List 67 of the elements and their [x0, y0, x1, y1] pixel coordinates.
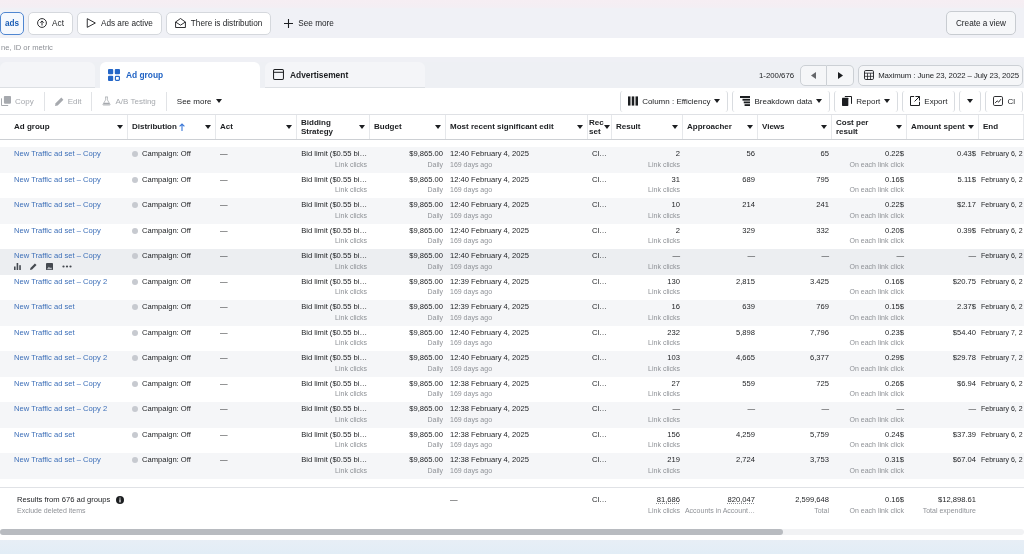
status-dot-icon	[132, 253, 138, 260]
column-header[interactable]: Rec set	[588, 115, 612, 139]
column-header[interactable]: Result	[612, 115, 683, 139]
status-dot-icon	[132, 227, 138, 234]
stacked-bars-icon	[740, 96, 751, 106]
status-dot-icon	[132, 151, 138, 158]
pencil-icon	[54, 96, 64, 106]
column-header[interactable]: Most recent significant edit	[446, 115, 588, 139]
status-dot-icon	[132, 431, 138, 438]
filter-chip[interactable]: Ads are active	[76, 11, 162, 35]
export-icon	[910, 96, 921, 106]
info-icon	[116, 496, 125, 505]
status-dot-icon	[132, 380, 138, 387]
status-dot-icon	[132, 457, 138, 464]
caret-right-icon	[837, 71, 843, 79]
status-dot-icon	[132, 202, 138, 209]
status-dot-icon	[132, 406, 138, 413]
column-header[interactable]: Approacher	[683, 115, 758, 139]
column-header[interactable]: Ad group	[10, 115, 128, 139]
column-header[interactable]: Distribution	[128, 115, 216, 139]
filter-chip[interactable]: ads	[0, 11, 25, 35]
copy-icon	[1, 96, 11, 106]
column-header[interactable]: Act	[216, 115, 297, 139]
previous-page-button[interactable]	[800, 64, 828, 86]
filter-chip[interactable]: There is distribution	[165, 11, 272, 35]
next-page-button[interactable]	[827, 64, 855, 86]
report-icon	[842, 96, 853, 106]
flask-icon	[102, 96, 112, 106]
window-icon	[273, 69, 284, 80]
plus-icon	[284, 18, 294, 28]
status-dot-icon	[132, 278, 138, 285]
image-icon[interactable]	[46, 263, 53, 270]
column-header[interactable]: Cost per result	[832, 115, 907, 139]
toolbar-button[interactable]: Breakdown data	[732, 90, 831, 112]
caret-left-icon	[811, 71, 817, 79]
toolbar-button[interactable]: Report	[834, 90, 899, 112]
see-more-button[interactable]: See more	[279, 11, 339, 35]
column-header[interactable]: Views	[758, 115, 832, 139]
horizontal-scrollbar[interactable]	[0, 529, 1024, 535]
pencil-icon[interactable]	[30, 263, 37, 270]
column-header[interactable]: End	[979, 115, 1024, 139]
filter-chip[interactable]: Act	[28, 11, 73, 35]
status-dot-icon	[132, 176, 138, 183]
grid-icon	[108, 68, 120, 81]
status-dot-icon	[132, 304, 138, 311]
create-view-button[interactable]: Create a view	[945, 11, 1016, 35]
scrollbar-thumb[interactable]	[0, 529, 783, 535]
column-header[interactable]: Budget	[370, 115, 446, 139]
status-dot-icon	[132, 329, 138, 336]
calendar-icon	[864, 70, 875, 80]
tab[interactable]: Ad group	[100, 62, 260, 88]
envelope-icon	[174, 18, 186, 28]
toolbar-button[interactable]: See more	[170, 90, 228, 112]
column-header[interactable]: Bidding Strategy	[297, 115, 370, 139]
toolbar-button[interactable]: Cl	[985, 90, 1023, 112]
column-header[interactable]: Amount spent	[907, 115, 979, 139]
arrow-circle-icon	[37, 18, 48, 28]
bar-chart-icon[interactable]	[14, 263, 21, 270]
more-icon[interactable]	[62, 265, 72, 268]
tab[interactable]: Advertisement	[265, 62, 425, 88]
sort-arrow-icon	[178, 123, 185, 131]
toolbar-button[interactable]: Export	[902, 90, 956, 112]
play-icon	[85, 18, 96, 28]
toolbar-button[interactable]: Column : Efficiency	[620, 90, 729, 112]
chart-icon	[993, 96, 1004, 106]
status-dot-icon	[132, 355, 138, 362]
columns-icon	[628, 96, 639, 106]
